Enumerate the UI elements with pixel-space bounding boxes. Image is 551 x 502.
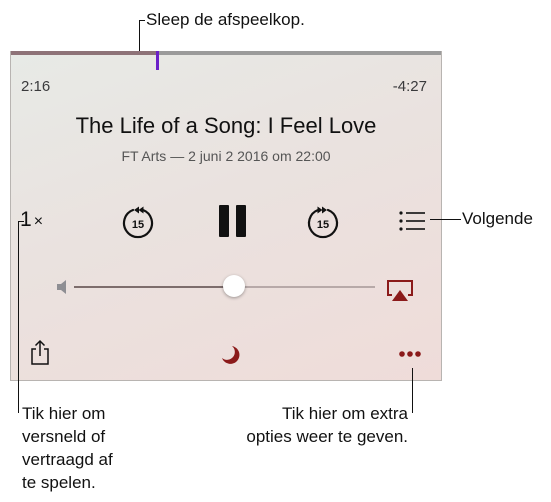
callout-more-leader bbox=[412, 368, 413, 413]
share-button[interactable] bbox=[29, 339, 51, 367]
airplay-icon bbox=[387, 280, 413, 301]
pause-icon bbox=[219, 205, 246, 237]
scrubber-track[interactable] bbox=[11, 51, 441, 55]
callout-playhead-leader-tick bbox=[139, 20, 145, 21]
callout-up-next-leader bbox=[430, 219, 461, 220]
skip-forward-seconds: 15 bbox=[317, 219, 329, 231]
playhead[interactable] bbox=[156, 51, 159, 70]
callout-speed-leader-tick bbox=[18, 221, 24, 222]
callout-speed-line-2: versneld of bbox=[22, 427, 106, 446]
callout-up-next: Volgende bbox=[462, 209, 533, 228]
speaker-icon bbox=[57, 280, 66, 294]
callout-playhead-leader bbox=[139, 20, 140, 54]
volume-low-icon-wrap bbox=[54, 278, 70, 296]
episode-title: The Life of a Song: I Feel Love bbox=[75, 113, 377, 138]
more-icon bbox=[399, 351, 421, 357]
playback-speed-button[interactable]: 1 × bbox=[20, 208, 43, 232]
up-next-button[interactable] bbox=[397, 208, 427, 234]
skip-back-button[interactable]: 15 bbox=[117, 202, 159, 244]
elapsed-time: 2:16 bbox=[21, 78, 51, 95]
callout-speed-leader bbox=[18, 221, 19, 413]
callout-speed-line-3: vertraagd af bbox=[22, 450, 113, 469]
speed-unit: × bbox=[33, 213, 44, 230]
more-button[interactable] bbox=[397, 347, 423, 361]
sleep-timer-button[interactable] bbox=[218, 343, 242, 365]
pause-button[interactable] bbox=[213, 201, 253, 243]
list-icon bbox=[399, 211, 425, 231]
volume-knob[interactable] bbox=[223, 275, 245, 297]
volume-fill bbox=[74, 286, 234, 288]
callout-more-line-1: Tik hier om extra bbox=[282, 404, 408, 423]
remaining-time: -4:27 bbox=[392, 78, 427, 95]
callout-speed-line-1: Tik hier om bbox=[22, 404, 106, 423]
now-playing-panel: 2:16 -4:27 The Life of a Song: I Feel Lo… bbox=[10, 51, 442, 381]
episode-subtitle: FT Arts — 2 juni 2 2016 om 22:00 bbox=[121, 148, 331, 164]
callout-speed-line-4: te spelen. bbox=[22, 473, 96, 492]
skip-forward-button[interactable]: 15 bbox=[302, 202, 344, 244]
skip-back-15-icon: 15 bbox=[122, 206, 154, 239]
skip-forward-15-icon: 15 bbox=[307, 206, 339, 239]
share-icon bbox=[31, 339, 49, 365]
scrubber-fill bbox=[11, 51, 157, 55]
callout-more-line-2: opties weer te geven. bbox=[246, 427, 408, 446]
speed-value: 1 bbox=[20, 208, 32, 231]
skip-back-seconds: 15 bbox=[132, 219, 144, 231]
callout-playhead: Sleep de afspeelkop. bbox=[146, 10, 305, 29]
airplay-button[interactable] bbox=[385, 278, 415, 304]
moon-icon bbox=[222, 346, 240, 364]
